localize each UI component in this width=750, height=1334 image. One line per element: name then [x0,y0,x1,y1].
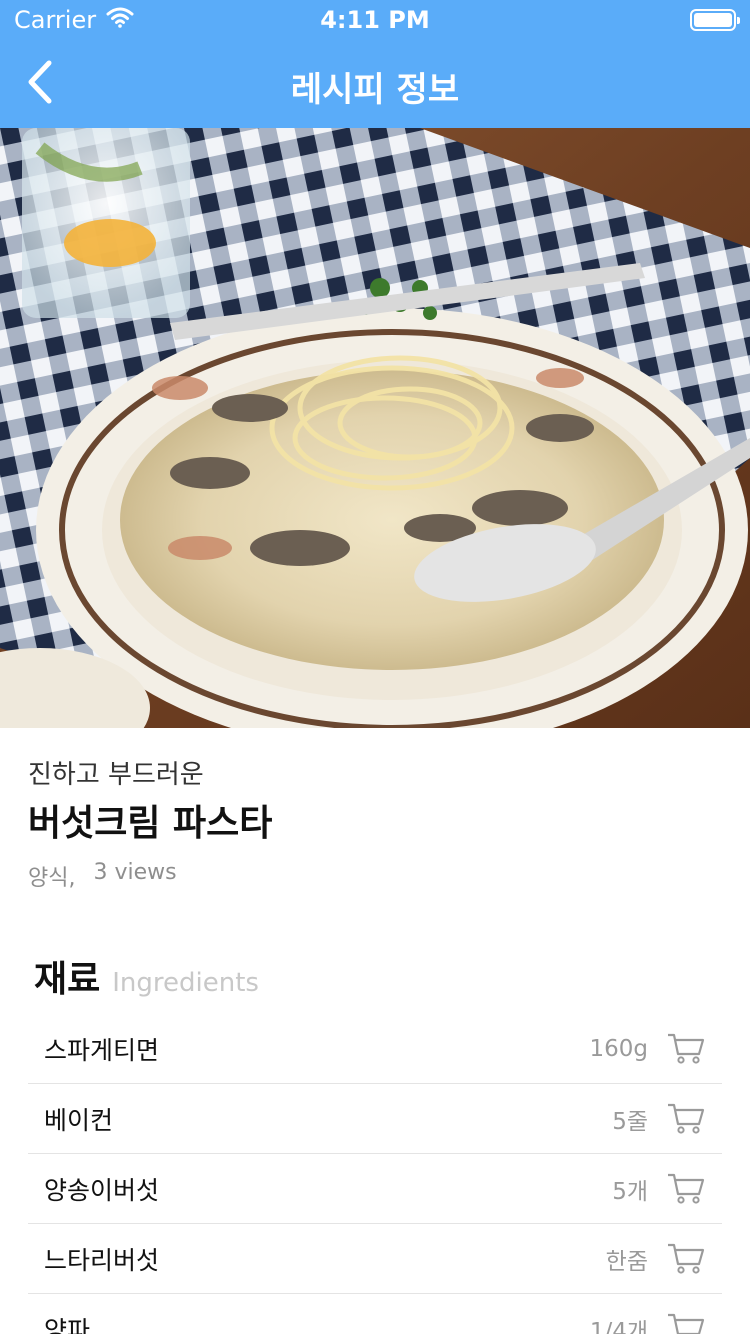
recipe-info: 진하고 부드러운 버섯크림 파스타 양식, 3 views [28,758,722,892]
battery-icon [690,9,740,31]
ingredient-row: 양송이버섯 5개 [28,1154,722,1224]
cart-icon[interactable] [666,1242,706,1276]
ingredient-row: 베이컨 5줄 [28,1084,722,1154]
navigation-bar: 레시피 정보 [0,40,750,128]
ingredient-quantity: 1/4개 [589,1318,648,1334]
ingredient-quantity: 160g [589,1035,649,1062]
ingredient-row: 느타리버섯 한줌 [28,1224,722,1294]
ingredient-row: 스파게티면 160g [28,1014,722,1084]
ingredients-title: 재료 [34,959,101,1000]
ingredient-name: 양송이버섯 [44,1175,160,1205]
status-bar: Carrier 4:11 PM [0,0,750,40]
recipe-subtitle: 진하고 부드러운 [28,760,204,790]
recipe-category: 양식, [28,866,76,891]
ingredient-name: 느타리버섯 [44,1245,160,1275]
ingredients-header: 재료 Ingredients [34,950,259,1002]
status-time: 4:11 PM [320,6,430,34]
cart-icon[interactable] [666,1032,706,1066]
ingredient-row: 양파 1/4개 [28,1294,722,1334]
cart-icon[interactable] [666,1172,706,1206]
page-title: 레시피 정보 [290,70,460,110]
recipe-title: 버섯크림 파스타 [28,803,273,844]
recipe-photo [0,128,750,728]
ingredients-subtitle: Ingredients [112,968,259,998]
cart-icon[interactable] [666,1312,706,1334]
ingredient-list: 스파게티면 160g 베이컨 5줄 양송이버섯 5개 느타리버섯 한줌 양파 1… [28,1014,722,1334]
ingredient-quantity: 한줌 [605,1248,648,1275]
recipe-meta: 양식, 3 views [28,860,722,892]
ingredient-name: 베이컨 [44,1105,114,1135]
ingredient-name: 양파 [44,1315,91,1334]
cart-icon[interactable] [666,1102,706,1136]
ingredient-name: 스파게티면 [44,1035,160,1065]
recipe-views: 3 views [93,860,177,885]
ingredient-quantity: 5줄 [612,1108,648,1135]
ingredient-quantity: 5개 [612,1178,648,1205]
